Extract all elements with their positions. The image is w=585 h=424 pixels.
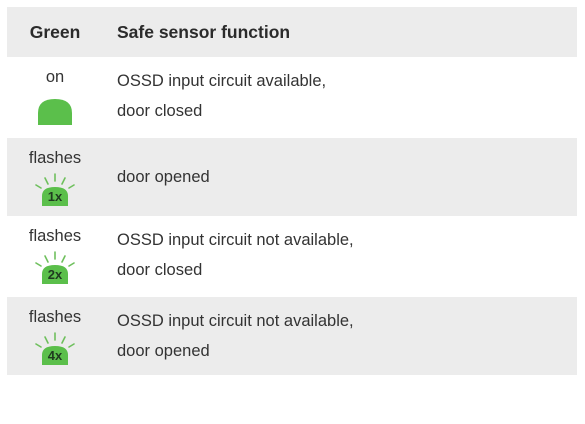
function-cell: OSSD input circuit not available, door o… bbox=[103, 306, 577, 366]
led-state-label: flashes bbox=[28, 308, 82, 326]
table-header: Green Safe sensor function bbox=[7, 7, 577, 57]
function-line: door opened bbox=[117, 342, 210, 360]
led-state-label: flashes bbox=[28, 227, 82, 245]
led-cell: on bbox=[7, 67, 103, 125]
led-state-label: flashes bbox=[28, 149, 82, 167]
led-steady-icon bbox=[30, 91, 80, 125]
led-state-label: on bbox=[45, 68, 65, 86]
led-flashing-icon: 4x bbox=[30, 331, 80, 365]
led-cell: flashes 4x bbox=[7, 307, 103, 365]
function-line: door closed bbox=[117, 102, 203, 120]
led-status-table: Green Safe sensor function on OSSD input… bbox=[7, 7, 577, 375]
header-green: Green bbox=[29, 21, 81, 42]
function-cell: OSSD input circuit available, door close… bbox=[103, 66, 577, 126]
table-row: on OSSD input circuit available, door cl… bbox=[7, 57, 577, 135]
function-cell: door opened bbox=[103, 162, 577, 192]
function-line: OSSD input circuit not available, bbox=[117, 231, 354, 249]
function-cell: OSSD input circuit not available, door c… bbox=[103, 225, 577, 285]
flash-count-label: 2x bbox=[47, 267, 63, 282]
led-flashing-icon: 2x bbox=[30, 250, 80, 284]
function-line: OSSD input circuit not available, bbox=[117, 312, 354, 330]
header-safe-sensor-function: Safe sensor function bbox=[117, 22, 291, 42]
flash-count-label: 4x bbox=[47, 348, 63, 363]
function-line: OSSD input circuit available, bbox=[117, 72, 327, 90]
table-row: flashes 4x OSSD input circuit not availa… bbox=[7, 297, 577, 375]
function-line: door closed bbox=[117, 261, 203, 279]
led-cell: flashes 2x bbox=[7, 226, 103, 284]
led-cell: flashes 1x bbox=[7, 148, 103, 206]
table-row: flashes 1x door opened bbox=[7, 138, 577, 216]
table-row: flashes 2x OSSD input circuit not availa… bbox=[7, 216, 577, 294]
led-flashing-icon: 1x bbox=[30, 172, 80, 206]
function-line: door opened bbox=[117, 168, 210, 186]
flash-count-label: 1x bbox=[47, 189, 63, 204]
